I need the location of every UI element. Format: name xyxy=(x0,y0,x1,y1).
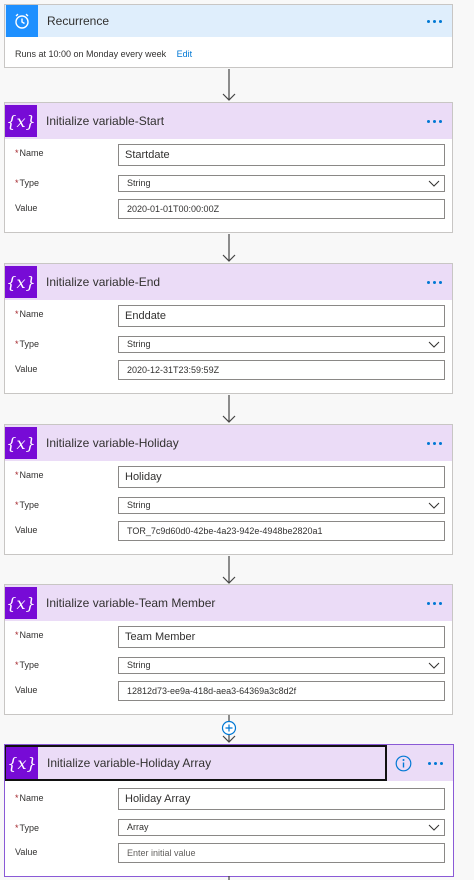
recurrence-header[interactable]: Recurrence xyxy=(5,5,452,37)
chevron-down-icon xyxy=(428,180,440,187)
type-select[interactable]: String xyxy=(118,336,445,353)
value-label: Value xyxy=(15,203,38,213)
action-more-button[interactable] xyxy=(424,272,444,292)
value-label: Value xyxy=(15,847,38,857)
recurrence-title: Recurrence xyxy=(47,14,110,28)
action-header[interactable]: {x} Initialize variable-End xyxy=(5,264,452,300)
name-field[interactable]: Enddate xyxy=(118,305,445,327)
name-label: *Name xyxy=(15,793,44,803)
action-card-end[interactable]: {x} Initialize variable-End *Name Enddat… xyxy=(4,263,453,394)
action-header[interactable]: {x} Initialize variable-Holiday Array xyxy=(5,745,387,781)
action-card-holiday[interactable]: {x} Initialize variable-Holiday *Name Ho… xyxy=(4,424,453,555)
recurrence-more-button[interactable] xyxy=(424,11,444,31)
value-field[interactable]: TOR_7c9d60d0-42be-4a23-942e-4948be2820a1 xyxy=(118,521,445,541)
name-field[interactable]: Team Member xyxy=(118,626,445,648)
value-label: Value xyxy=(15,364,38,374)
variable-icon: {x} xyxy=(5,266,37,298)
info-icon[interactable] xyxy=(395,755,412,772)
chevron-down-icon xyxy=(428,662,440,669)
action-more-button[interactable] xyxy=(424,433,444,453)
action-title: Initialize variable-Team Member xyxy=(46,596,216,610)
type-select-value: String xyxy=(127,500,151,510)
action-header[interactable]: {x} Initialize variable-Holiday xyxy=(5,425,452,461)
action-title: Initialize variable-Holiday xyxy=(46,436,179,450)
action-title: Initialize variable-End xyxy=(46,275,161,289)
value-field[interactable]: 12812d73-ee9a-418d-aea3-64369a3c8d2f xyxy=(118,681,445,701)
chevron-down-icon xyxy=(428,341,440,348)
name-field[interactable]: Startdate xyxy=(118,144,445,166)
recurrence-card[interactable]: Recurrence Runs at 10:00 on Monday every… xyxy=(4,4,453,68)
name-label: *Name xyxy=(15,309,44,319)
add-step-plus-icon[interactable] xyxy=(221,720,237,736)
type-select[interactable]: String xyxy=(118,175,445,192)
type-label: *Type xyxy=(15,339,40,349)
name-label: *Name xyxy=(15,148,44,158)
type-select-value: Array xyxy=(127,822,149,832)
action-more-button[interactable] xyxy=(425,753,445,773)
variable-icon: {x} xyxy=(6,747,38,779)
value-field[interactable]: 2020-12-31T23:59:59Z xyxy=(118,360,445,380)
chevron-down-icon xyxy=(428,824,440,831)
value-label: Value xyxy=(15,525,38,535)
action-card-holiday-array[interactable]: {x} Initialize variable-Holiday Array *N… xyxy=(4,744,454,877)
flow-arrow xyxy=(222,556,236,584)
type-label: *Type xyxy=(15,178,40,188)
action-more-button[interactable] xyxy=(424,111,444,131)
flow-arrow xyxy=(222,69,236,101)
action-card-team-member[interactable]: {x} Initialize variable-Team Member *Nam… xyxy=(4,584,453,715)
variable-icon: {x} xyxy=(5,587,37,619)
flow-connector xyxy=(228,876,230,880)
action-title: Initialize variable-Start xyxy=(46,114,165,128)
flow-arrow xyxy=(222,395,236,423)
name-field[interactable]: Holiday xyxy=(118,466,445,488)
flow-arrow xyxy=(222,234,236,262)
type-select[interactable]: Array xyxy=(118,819,445,836)
type-select-value: String xyxy=(127,178,151,188)
action-header[interactable]: {x} Initialize variable-Team Member xyxy=(5,585,452,621)
recurrence-summary: Runs at 10:00 on Monday every week xyxy=(15,49,167,59)
type-label: *Type xyxy=(15,660,40,670)
variable-icon: {x} xyxy=(5,105,37,137)
value-field[interactable]: Enter initial value xyxy=(118,843,445,863)
type-select-value: String xyxy=(127,339,151,349)
action-header[interactable]: {x} Initialize variable-Start xyxy=(5,103,452,139)
variable-icon: {x} xyxy=(5,427,37,459)
type-select[interactable]: String xyxy=(118,657,445,674)
value-field[interactable]: 2020-01-01T00:00:00Z xyxy=(118,199,445,219)
type-label: *Type xyxy=(15,823,40,833)
action-card-start[interactable]: {x} Initialize variable-Start *Name Star… xyxy=(4,102,453,233)
type-select-value: String xyxy=(127,660,151,670)
name-label: *Name xyxy=(15,630,44,640)
alarm-clock-icon xyxy=(6,5,38,37)
type-select[interactable]: String xyxy=(118,497,445,514)
action-more-button[interactable] xyxy=(424,593,444,613)
name-label: *Name xyxy=(15,470,44,480)
value-label: Value xyxy=(15,685,38,695)
value-placeholder: Enter initial value xyxy=(127,848,196,858)
chevron-down-icon xyxy=(428,502,440,509)
name-field[interactable]: Holiday Array xyxy=(118,788,445,810)
action-title: Initialize variable-Holiday Array xyxy=(47,756,212,770)
recurrence-edit-link[interactable]: Edit xyxy=(177,49,193,59)
type-label: *Type xyxy=(15,500,40,510)
